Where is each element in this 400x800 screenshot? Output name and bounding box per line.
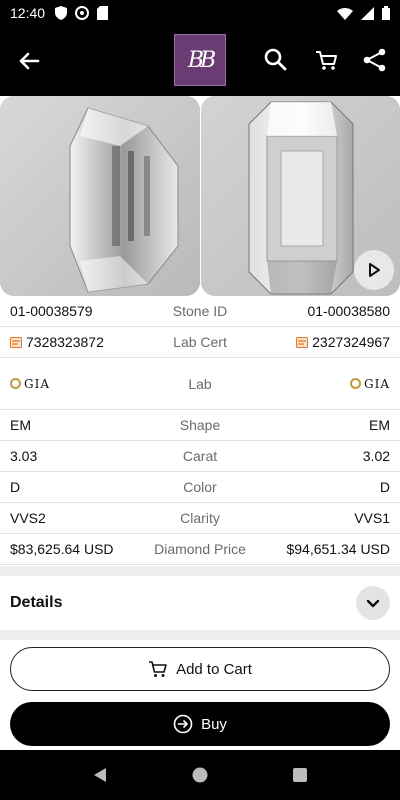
- status-bar: 12:40: [0, 0, 400, 26]
- row-color: D Color D: [0, 472, 400, 503]
- sdcard-status-icon: [97, 6, 109, 20]
- section-divider: [0, 630, 400, 640]
- cart-icon: [149, 661, 167, 677]
- row-lab-cert: 7328323872 Lab Cert 2327324967: [0, 327, 400, 358]
- add-to-cart-label: Add to Cart: [176, 660, 252, 678]
- right-shape: EM: [369, 417, 391, 433]
- comparison-table: 01-00038579 Stone ID 01-00038580 7328323…: [0, 296, 400, 565]
- chevron-down-icon: [366, 599, 380, 608]
- gia-logo-left: GIA: [10, 377, 50, 391]
- wifi-icon: [337, 7, 353, 20]
- nav-back-icon[interactable]: [91, 766, 109, 784]
- right-clarity: VVS1: [354, 510, 391, 526]
- gia-logo-right: GIA: [350, 377, 390, 391]
- left-clarity: VVS2: [10, 510, 46, 526]
- add-to-cart-button[interactable]: Add to Cart: [10, 647, 390, 691]
- app-bar: BB: [0, 26, 400, 96]
- section-divider: [0, 566, 400, 576]
- arrow-right-circle-icon: [173, 714, 193, 734]
- label-shape: Shape: [179, 417, 221, 433]
- row-lab: GIA Lab GIA: [0, 358, 400, 410]
- buy-label: Buy: [201, 715, 227, 733]
- diamond-photo-left[interactable]: [0, 96, 200, 296]
- search-icon[interactable]: [262, 46, 290, 74]
- back-arrow-icon[interactable]: [14, 46, 44, 76]
- share-icon[interactable]: [361, 46, 389, 74]
- right-stone-id: 01-00038580: [307, 303, 391, 319]
- nav-recents-icon[interactable]: [291, 766, 309, 784]
- right-lab-cert[interactable]: 2327324967: [312, 334, 390, 350]
- row-diamond-price: $83,625.64 USD Diamond Price $94,651.34 …: [0, 534, 400, 565]
- label-color: Color: [183, 479, 217, 495]
- row-clarity: VVS2 Clarity VVS1: [0, 503, 400, 534]
- details-section[interactable]: Details: [0, 576, 400, 630]
- left-stone-id: 01-00038579: [10, 303, 93, 319]
- right-carat: 3.02: [362, 448, 391, 464]
- gia-ring-icon: [10, 378, 21, 389]
- left-carat: 3.03: [10, 448, 38, 464]
- left-lab-cert[interactable]: 7328323872: [26, 334, 104, 350]
- status-time: 12:40: [10, 5, 46, 21]
- shield-status-icon: [55, 6, 68, 20]
- at-status-icon: [75, 6, 90, 20]
- certificate-icon: [296, 336, 309, 348]
- row-shape: EM Shape EM: [0, 410, 400, 441]
- label-price: Diamond Price: [154, 541, 246, 557]
- label-stone-id: Stone ID: [172, 303, 228, 319]
- left-shape: EM: [10, 417, 31, 433]
- row-carat: 3.03 Carat 3.02: [0, 441, 400, 472]
- brand-logo-text: BB: [187, 47, 216, 73]
- play-video-button[interactable]: [354, 250, 394, 290]
- battery-icon: [382, 6, 390, 20]
- certificate-icon: [10, 336, 22, 348]
- signal-icon: [361, 6, 374, 20]
- details-title: Details: [10, 594, 63, 611]
- row-stone-id: 01-00038579 Stone ID 01-00038580: [0, 296, 400, 327]
- play-icon: [369, 263, 380, 277]
- buy-button[interactable]: Buy: [10, 702, 390, 746]
- gia-ring-icon: [350, 378, 362, 389]
- label-lab-cert: Lab Cert: [173, 334, 227, 350]
- left-color: D: [10, 479, 21, 495]
- label-carat: Carat: [182, 448, 218, 464]
- label-clarity: Clarity: [180, 510, 220, 526]
- diamond-gallery: [0, 96, 400, 296]
- nav-home-icon[interactable]: [191, 766, 209, 784]
- brand-logo[interactable]: BB: [174, 34, 226, 86]
- system-nav-bar: [0, 750, 400, 800]
- cart-icon[interactable]: [313, 46, 341, 74]
- right-color: D: [379, 479, 391, 495]
- left-price: $83,625.64 USD: [10, 541, 114, 557]
- label-lab: Lab: [188, 375, 212, 392]
- expand-details-button[interactable]: [356, 586, 390, 620]
- right-price: $94,651.34 USD: [286, 541, 391, 557]
